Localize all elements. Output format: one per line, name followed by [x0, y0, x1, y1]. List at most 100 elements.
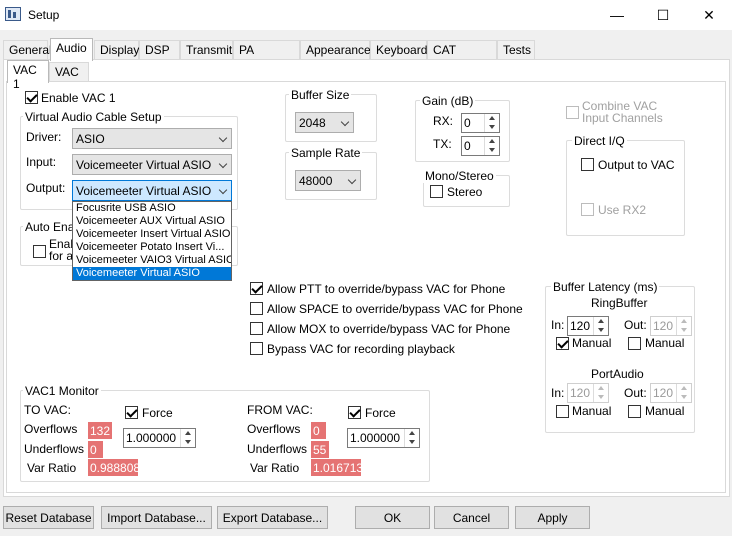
minimize-button[interactable]: —	[594, 0, 640, 30]
output-select[interactable]: Voicemeeter Virtual ASIO	[72, 180, 232, 201]
tab-display[interactable]: Display	[94, 40, 139, 60]
import-database-button[interactable]: Import Database...	[101, 506, 212, 529]
rx-gain-label: RX:	[433, 114, 454, 128]
export-database-button[interactable]: Export Database...	[217, 506, 328, 529]
use-rx2-checkbox[interactable]	[581, 203, 594, 216]
port-out-stepper[interactable]: 120	[650, 383, 692, 403]
from-vac-force-stepper[interactable]: 1.000000	[347, 428, 420, 448]
port-in-manual-checkbox[interactable]	[556, 405, 569, 418]
tab-cat-control[interactable]: CAT Control	[427, 40, 497, 71]
reset-database-button[interactable]: Reset Database	[3, 506, 94, 529]
from-overflows-label: Overflows	[247, 422, 301, 436]
setup-window: Setup — ☐ ✕ General Audio Display DSP Tr…	[0, 0, 732, 536]
combine-vac-checkbox[interactable]	[566, 106, 579, 119]
input-select[interactable]: Voicemeeter Virtual ASIO	[72, 154, 232, 175]
cancel-button[interactable]: Cancel	[434, 506, 509, 529]
list-item[interactable]: Focusrite USB ASIO	[73, 202, 231, 215]
from-vac-force-label: Force	[365, 406, 396, 420]
to-var-ratio-label: Var Ratio	[27, 461, 77, 475]
spin-arrows-icon[interactable]	[180, 429, 195, 447]
buffer-size-title: Buffer Size	[289, 88, 352, 102]
tab-tests[interactable]: Tests	[497, 40, 535, 60]
ring-out-manual-checkbox[interactable]	[628, 337, 641, 350]
port-in-manual-label: Manual	[572, 404, 612, 418]
tab-keyboard[interactable]: Keyboard	[370, 40, 427, 60]
tx-gain-stepper[interactable]: 0	[461, 136, 500, 156]
auto-enable-checkbox[interactable]	[33, 245, 46, 258]
direct-iq-title: Direct I/Q	[572, 134, 627, 148]
chevron-down-icon	[340, 117, 350, 127]
combine-vac-label-2: Input Channels	[582, 111, 663, 125]
to-underflows-value: 0	[88, 441, 103, 458]
bypass-vac-checkbox[interactable]	[250, 342, 263, 355]
ring-out-stepper[interactable]: 120	[650, 316, 692, 336]
list-item[interactable]: Voicemeeter VAIO3 Virtual ASIO	[73, 254, 231, 267]
ring-in-label: In:	[551, 318, 565, 332]
vac1-monitor-title: VAC1 Monitor	[23, 384, 101, 398]
from-underflows-value: 55	[311, 441, 329, 458]
sample-rate-title: Sample Rate	[289, 146, 363, 160]
allow-mox-checkbox[interactable]	[250, 322, 263, 335]
spin-arrows-icon[interactable]	[593, 384, 608, 402]
spin-arrows-icon[interactable]	[484, 137, 499, 155]
tab-appearance[interactable]: Appearance	[300, 40, 371, 60]
spin-arrows-icon[interactable]	[676, 384, 691, 402]
from-underflows-label: Underflows	[247, 442, 308, 456]
auto-enable-label-2: for a	[49, 249, 74, 263]
direct-iq-group	[566, 140, 685, 236]
tx-gain-label: TX:	[433, 137, 452, 151]
use-rx2-label: Use RX2	[598, 203, 647, 217]
rx-gain-stepper[interactable]: 0	[461, 113, 500, 133]
output-label: Output:	[26, 181, 66, 195]
allow-mox-label: Allow MOX to override/bypass VAC for Pho…	[267, 322, 511, 336]
enable-vac1-checkbox[interactable]	[25, 91, 38, 104]
ring-in-stepper[interactable]: 120	[567, 316, 609, 336]
close-button[interactable]: ✕	[686, 0, 732, 30]
to-vac-label: TO VAC:	[24, 403, 71, 417]
stereo-checkbox[interactable]	[430, 185, 443, 198]
port-in-label: In:	[551, 386, 565, 400]
ok-button[interactable]: OK	[355, 506, 430, 529]
buffer-size-select[interactable]: 2048	[295, 112, 354, 133]
app-icon	[5, 7, 21, 21]
chevron-down-icon	[218, 133, 228, 143]
tab-pa-settings[interactable]: PA Settings	[233, 40, 300, 71]
tab-general[interactable]: General	[3, 40, 52, 60]
title-bar: Setup — ☐ ✕	[0, 0, 732, 30]
spin-arrows-icon[interactable]	[676, 317, 691, 335]
apply-button[interactable]: Apply	[515, 506, 590, 529]
from-overflows-value: 0	[311, 422, 326, 439]
spin-arrows-icon[interactable]	[593, 317, 608, 335]
stereo-label: Stereo	[447, 185, 483, 199]
allow-ptt-checkbox[interactable]	[250, 282, 263, 295]
output-to-vac-checkbox[interactable]	[581, 158, 594, 171]
to-vac-force-stepper[interactable]: 1.000000	[123, 428, 196, 448]
port-out-manual-checkbox[interactable]	[628, 405, 641, 418]
ring-in-manual-checkbox[interactable]	[556, 337, 569, 350]
chevron-down-icon	[218, 185, 228, 195]
list-item-selected[interactable]: Voicemeeter Virtual ASIO	[73, 267, 231, 280]
spin-arrows-icon[interactable]	[404, 429, 419, 447]
maximize-button[interactable]: ☐	[640, 0, 686, 30]
from-vac-force-checkbox[interactable]	[348, 406, 361, 419]
input-label: Input:	[26, 155, 57, 169]
tab-dsp[interactable]: DSP	[139, 40, 180, 60]
from-var-ratio-label: Var Ratio	[250, 461, 300, 475]
tab-transmit[interactable]: Transmit	[180, 40, 233, 60]
list-item[interactable]: Voicemeeter AUX Virtual ASIO	[73, 215, 231, 228]
allow-space-checkbox[interactable]	[250, 302, 263, 315]
chevron-down-icon	[347, 175, 357, 185]
list-item[interactable]: Voicemeeter Insert Virtual ASIO	[73, 228, 231, 241]
port-in-stepper[interactable]: 120	[567, 383, 609, 403]
vac-setup-title: Virtual Audio Cable Setup	[23, 110, 164, 124]
list-item[interactable]: Voicemeeter Potato Insert Vi...	[73, 241, 231, 254]
driver-select[interactable]: ASIO	[72, 128, 232, 149]
tab-audio[interactable]: Audio	[50, 38, 93, 61]
sample-rate-select[interactable]: 48000	[295, 170, 361, 191]
spin-arrows-icon[interactable]	[484, 114, 499, 132]
tab-vac2[interactable]: VAC 2	[49, 62, 89, 93]
tab-vac1[interactable]: VAC 1	[7, 60, 49, 91]
to-vac-force-checkbox[interactable]	[125, 406, 138, 419]
mono-stereo-title: Mono/Stereo	[423, 169, 496, 183]
gain-title: Gain (dB)	[420, 94, 476, 108]
